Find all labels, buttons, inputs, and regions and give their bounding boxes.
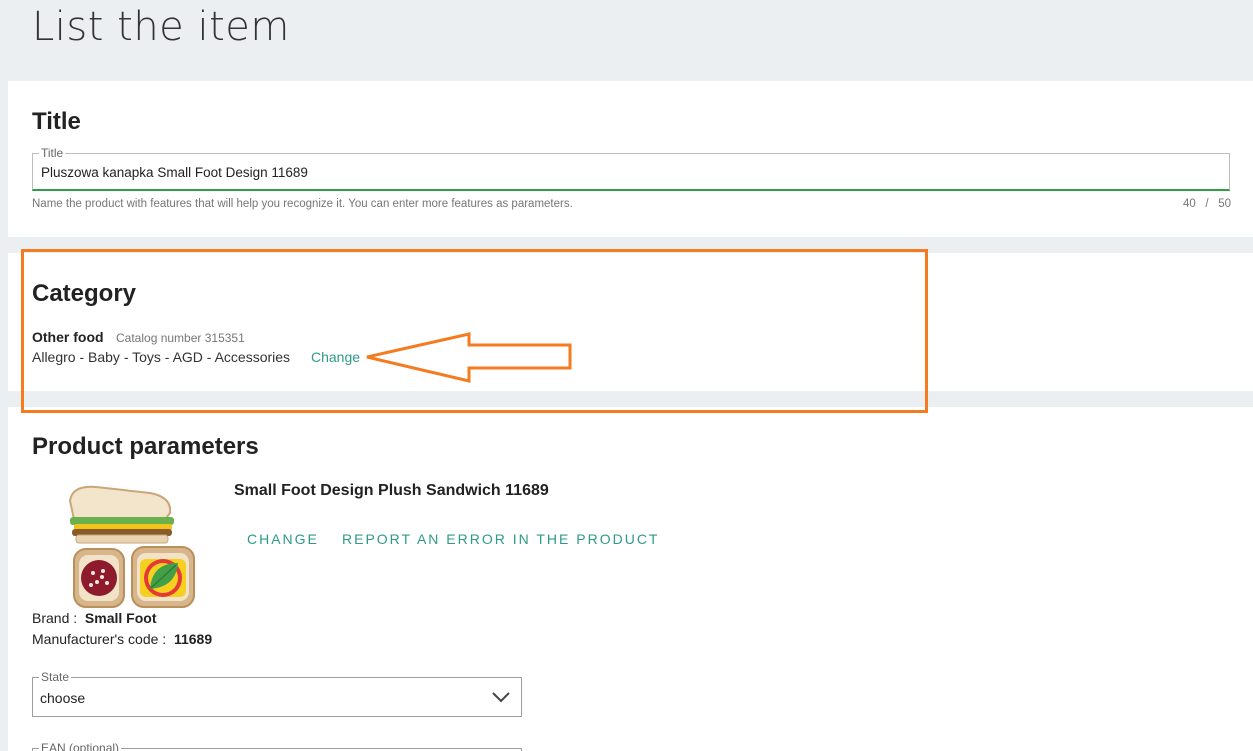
product-parameters-card: Product parameters Small Foot Design Plu… [8, 407, 1253, 751]
category-name: Other food [32, 329, 104, 345]
counter-current: 40 [1183, 198, 1196, 210]
product-parameters-heading: Product parameters [32, 433, 259, 460]
brand-label: Brand : [32, 610, 78, 626]
manufacturer-code-label: Manufacturer's code : [32, 631, 167, 647]
product-image [68, 485, 195, 608]
page-title: List the item [32, 4, 290, 50]
category-change-link[interactable]: Change [311, 349, 360, 365]
category-card: Category Other food Catalog number 31535… [8, 253, 1253, 391]
product-name: Small Foot Design Plush Sandwich 11689 [234, 482, 549, 499]
title-counter: 40 / 50 [1183, 198, 1231, 210]
category-path: Allegro - Baby - Toys - AGD - Accessorie… [32, 349, 291, 365]
state-select-label: State [39, 670, 72, 684]
page: List the item Title Title Pluszowa kanap… [0, 0, 1253, 751]
title-heading: Title [32, 108, 81, 135]
report-error-button[interactable]: REPORT AN ERROR IN THE PRODUCT [342, 531, 659, 547]
category-catalog-number: Catalog number 315351 [116, 331, 245, 345]
title-field-value[interactable]: Pluszowa kanapka Small Foot Design 11689 [41, 165, 308, 180]
manufacturer-code-row: Manufacturer's code : 11689 [32, 631, 212, 647]
brand-value: Small Foot [84, 610, 157, 626]
manufacturer-code-value: 11689 [173, 631, 213, 647]
title-field[interactable]: Title Pluszowa kanapka Small Foot Design… [32, 146, 1230, 191]
state-select[interactable]: State choose [32, 670, 522, 717]
chevron-down-icon [492, 692, 510, 703]
counter-max: 50 [1218, 198, 1231, 210]
title-hint: Name the product with features that will… [32, 198, 573, 210]
counter-separator: / [1205, 198, 1209, 210]
annotation-arrow-icon [366, 332, 572, 383]
brand-row: Brand : Small Foot [32, 610, 156, 626]
title-card: Title Title Pluszowa kanapka Small Foot … [8, 81, 1253, 237]
ean-field-label: EAN (optional) [39, 741, 122, 751]
category-heading: Category [32, 280, 137, 307]
state-select-value: choose [40, 690, 86, 706]
change-product-button[interactable]: CHANGE [247, 531, 319, 547]
title-field-label: Title [39, 146, 66, 160]
